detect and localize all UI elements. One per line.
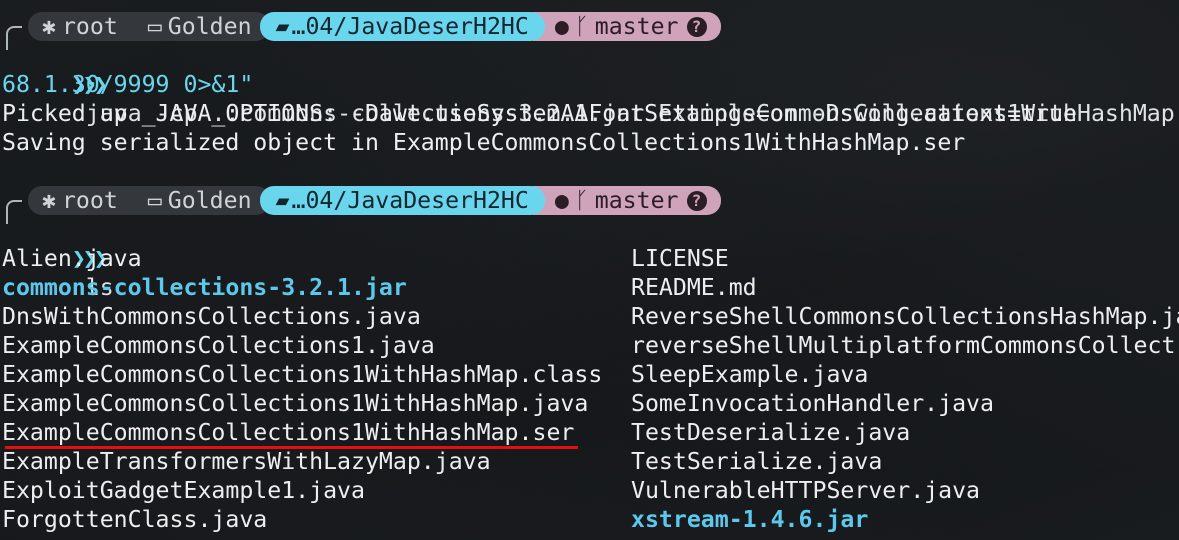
laptop-icon: ▭ (147, 13, 162, 40)
folder-open-icon: ▰ (275, 187, 290, 214)
ls-file: VulnerableHTTPServer.java (631, 477, 981, 504)
gear-icon: ✱ (42, 187, 56, 214)
prompt-path-segment: ▰ …04/JavaDeserH2HC (259, 186, 545, 215)
git-branch-icon: ᚴ (574, 187, 589, 214)
ls-file: ExampleCommonsCollections1.java (2, 332, 435, 359)
ls-file: reverseShellMultiplatformCommonsCollect (631, 332, 1176, 359)
prompt-git-segment: ● ᚴ master ? (532, 186, 721, 215)
prompt-user-segment: ✱ root (28, 12, 132, 41)
ls-file: ExampleCommonsCollections1WithHashMap.ja… (2, 390, 589, 417)
prompt-git-segment: ● ᚴ master ? (532, 12, 721, 41)
ls-file: SomeInvocationHandler.java (631, 390, 994, 417)
prompt-path: …04/JavaDeserH2HC (291, 187, 529, 214)
prompt-user: root (61, 13, 118, 40)
terminal-window[interactable]: ✱ root ▭ Golden ▰ …04/JavaDeserH2HC ● ᚴ mast… (0, 0, 1179, 540)
ls-file: LICENSE (631, 245, 729, 272)
prompt-host: Golden (167, 187, 252, 214)
prompt-bar: ✱ root ▭ Golden ▰ …04/JavaDeserH2HC ● ᚴ mast… (28, 186, 721, 215)
github-icon: ● (554, 13, 569, 40)
prompt-branch: master (594, 13, 679, 40)
gear-icon: ✱ (42, 13, 56, 40)
command-wrap: 68.1.30/9999 0>&1" (2, 71, 254, 98)
question-icon: ? (686, 190, 707, 211)
ls-file: DnsWithCommonsCollections.java (2, 303, 421, 330)
ls-jar-file: commons-collections-3.2.1.jar (2, 274, 407, 301)
folder-open-icon: ▰ (275, 13, 290, 40)
ls-file: TestSerialize.java (631, 448, 883, 475)
git-branch-icon: ᚴ (574, 13, 589, 40)
prompt-path-segment: ▰ …04/JavaDeserH2HC (259, 12, 545, 41)
prompt-user-segment: ✱ root (28, 186, 132, 215)
prompt-host-segment: ▭ Golden (131, 12, 270, 41)
ls-file: ExampleCommonsCollections1WithHashMap.cl… (2, 361, 603, 388)
ls-file: ForgottenClass.java (2, 506, 268, 533)
red-underline-annotation (5, 446, 578, 449)
ls-file: TestDeserialize.java (631, 419, 911, 446)
ls-file: SleepExample.java (631, 361, 869, 388)
ls-jar-file: xstream-1.4.6.jar (631, 506, 869, 533)
ls-file: ReverseShellCommonsCollectionsHashMap.ja (631, 303, 1179, 330)
prompt-bar: ✱ root ▭ Golden ▰ …04/JavaDeserH2HC ● ᚴ mast… (28, 12, 721, 41)
ls-file: ExampleTransformersWithLazyMap.java (2, 448, 491, 475)
output-line: Picked up _JAVA_OPTIONS: -Dawt.useSystem… (2, 100, 1077, 127)
ls-file-highlighted: ExampleCommonsCollections1WithHashMap.se… (2, 419, 575, 446)
prompt-branch: master (594, 187, 679, 214)
laptop-icon: ▭ (147, 187, 162, 214)
prompt-path: …04/JavaDeserH2HC (291, 13, 529, 40)
output-line: Saving serialized object in ExampleCommo… (2, 129, 966, 156)
prompt-host: Golden (167, 13, 252, 40)
question-icon: ? (686, 16, 707, 37)
prompt-user: root (61, 187, 118, 214)
ls-file: ExploitGadgetExample1.java (2, 477, 365, 504)
ls-file: Alien.java (2, 245, 142, 272)
prompt-host-segment: ▭ Golden (131, 186, 270, 215)
github-icon: ● (554, 187, 569, 214)
ls-file: README.md (631, 274, 757, 301)
